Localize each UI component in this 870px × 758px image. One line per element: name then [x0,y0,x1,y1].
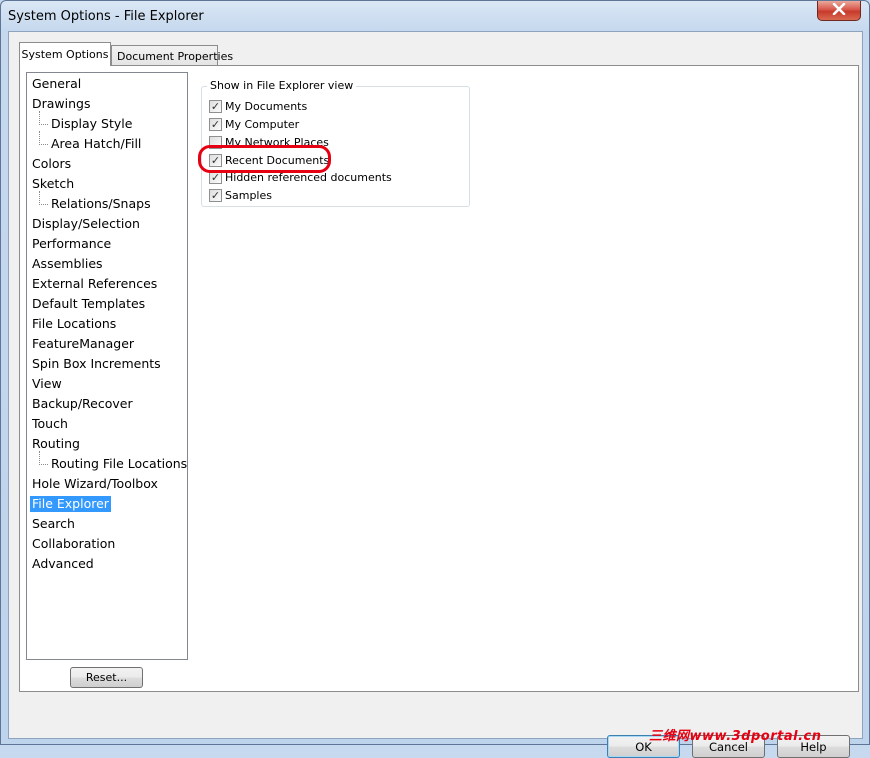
close-button[interactable] [817,1,861,21]
tree-item-label: Display Style [51,116,133,131]
tree-item-label: FeatureManager [32,336,135,351]
tree-item[interactable]: File Explorer [27,495,187,515]
reset-button[interactable]: Reset... [70,667,143,688]
checkbox-option[interactable]: ✓ My Documents [209,98,307,114]
tree-item[interactable]: Drawings [27,95,187,115]
tree-item[interactable]: Area Hatch/Fill [27,131,187,155]
tab-label: System Options [21,48,109,61]
tree-item[interactable]: File Locations [27,315,187,335]
tree-item-label: Display/Selection [32,216,140,231]
tree-item-label: Drawings [32,96,91,111]
tree-item-label: Relations/Snaps [51,196,151,211]
tree-item-label: Default Templates [32,296,146,311]
tree-item-label: File Explorer [30,496,111,512]
tree-item[interactable]: Routing File Locations [27,451,188,475]
tree-item-label: External References [32,276,158,291]
tab-label: Document Properties [117,50,234,63]
checkbox-checked-icon[interactable]: ✓ [209,99,222,113]
checkbox-label: My Documents [225,99,308,113]
checkbox-option[interactable]: My Network Places [209,134,329,150]
tree-item-label: General [32,76,82,91]
tree-item[interactable]: Default Templates [27,295,187,315]
checkbox-label: Hidden referenced documents [225,170,392,184]
tree-item-label: Performance [32,236,112,251]
close-icon [832,2,846,18]
tree-item[interactable]: Search [27,515,187,535]
tree-item-label: Touch [32,416,68,431]
tree-connector [39,464,48,465]
checkbox-option[interactable]: ✓ My Computer [209,116,299,132]
title-bar[interactable]: System Options - File Explorer [1,1,869,31]
tree-item-label: Routing File Locations [51,456,188,471]
tree-item-label: Advanced [32,556,94,571]
tree-item[interactable]: FeatureManager [27,335,187,355]
tree-item-label: Assemblies [32,256,103,271]
checkbox-label: My Network Places [225,135,329,149]
checkbox-checked-icon[interactable]: ✓ [209,153,222,167]
dialog-client-area: System Options Document Properties Gener… [8,31,863,758]
tree-item[interactable]: Advanced [27,555,187,575]
tree-item[interactable]: Routing [27,435,187,455]
watermark: 三维网www.3dportal.cn [649,729,822,744]
checkbox-label: Samples [225,188,272,202]
tab-panel: General Drawings Display Style Area Hatch/F… [19,65,859,692]
tree-connector [39,191,40,205]
tree-connector [39,124,48,125]
tree-connector [39,111,40,125]
tree-item-label: Hole Wizard/Toolbox [32,476,158,491]
tree-item[interactable]: Display Style [27,111,187,135]
tree-item[interactable]: Sketch [27,175,187,195]
checkbox-checked-icon[interactable]: ✓ [209,170,222,184]
tree-item[interactable]: External References [27,275,187,295]
options-tree[interactable]: General Drawings Display Style Area Hatch/F… [26,72,188,660]
tree-item[interactable]: Spin Box Increments [27,355,187,375]
checkbox-checked-icon[interactable]: ✓ [209,117,222,131]
tab-document-properties[interactable]: Document Properties [111,45,233,67]
tree-connector [39,131,40,145]
tree-connector [39,204,48,205]
tree-item-label: Area Hatch/Fill [51,136,142,151]
checkbox-label: Recent Documents [225,153,330,167]
tab-system-options[interactable]: System Options [19,42,111,66]
checkbox-unchecked-icon[interactable] [209,135,222,149]
tree-item[interactable]: Touch [27,415,187,435]
tree-item-label: Sketch [32,176,75,191]
tree-item[interactable]: General [27,75,187,95]
tree-item[interactable]: Backup/Recover [27,395,187,415]
window-title: System Options - File Explorer [8,9,204,24]
tree-item[interactable]: Performance [27,235,187,255]
tree-item[interactable]: Hole Wizard/Toolbox [27,475,187,495]
checkbox-option[interactable]: ✓ Recent Documents [209,152,329,168]
tree-connector [39,144,48,145]
tree-item-label: Backup/Recover [32,396,133,411]
tree-item[interactable]: Colors [27,155,187,175]
tree-item[interactable]: Display/Selection [27,215,187,235]
tree-item-label: Spin Box Increments [32,356,161,371]
tree-item[interactable]: View [27,375,187,395]
checkbox-label: My Computer [225,117,300,131]
checkbox-checked-icon[interactable]: ✓ [209,188,222,202]
tree-item-label: Colors [32,156,72,171]
checkbox-option[interactable]: ✓ Samples [209,187,272,203]
checkbox-option[interactable]: ✓ Hidden referenced documents [209,169,392,185]
tree-item-label: Search [32,516,75,531]
tree-item-label: Collaboration [32,536,116,551]
tree-connector [39,451,40,465]
tree-item-label: Routing [32,436,80,451]
dialog-window: System Options - File Explorer System Op… [0,0,870,758]
show-in-file-explorer-group: Show in File Explorer view ✓ My Documents… [201,79,470,207]
tree-item-label: File Locations [32,316,117,331]
tree-item[interactable]: Assemblies [27,255,187,275]
tree-item[interactable]: Collaboration [27,535,187,555]
group-title: Show in File Explorer view [207,79,357,92]
tree-item-label: View [32,376,62,391]
tree-item[interactable]: Relations/Snaps [27,191,187,215]
